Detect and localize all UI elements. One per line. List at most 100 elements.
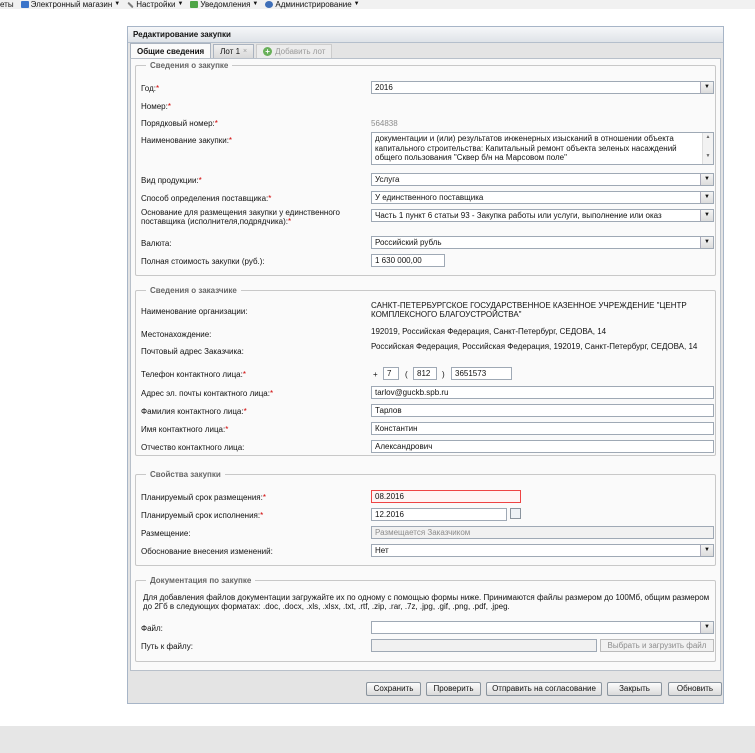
basis-value: Часть 1 пункт 6 статьи 93 - Закупка рабо…	[375, 211, 662, 220]
product-type-select[interactable]: Услуга ▼	[371, 173, 714, 186]
location-value: 192019, Российская Федерация, Санкт-Пете…	[371, 327, 607, 336]
change-reason-label: Обоснование внесения изменений:	[141, 547, 273, 556]
tab-add-lot[interactable]: + Добавить лот	[256, 44, 333, 58]
currency-select[interactable]: Российский рубль ▼	[371, 236, 714, 249]
notification-icon	[190, 1, 199, 8]
menu-item-eshop[interactable]: Электронный магазин ▼	[20, 0, 121, 9]
file-path-label: Путь к файлу:	[141, 642, 193, 651]
chevron-down-icon: ▼	[177, 1, 184, 7]
change-reason-select[interactable]: Нет ▼	[371, 544, 714, 557]
placement-date-label: Планируемый срок размещения:*	[141, 493, 266, 502]
location-label: Местонахождение:	[141, 330, 212, 339]
placement-label: Размещение:	[141, 529, 191, 538]
phone-country-input[interactable]: 7	[383, 367, 399, 380]
number-label: Номер:*	[141, 102, 171, 111]
order-number-label: Порядковый номер:*	[141, 119, 218, 128]
supplier-method-value: У единственного поставщика	[375, 193, 484, 202]
chevron-down-icon: ▼	[114, 1, 121, 7]
upload-file-button[interactable]: Выбрать и загрузить файл	[600, 639, 714, 652]
phone-plus: +	[373, 370, 378, 379]
change-reason-value: Нет	[375, 546, 389, 555]
patronymic-label: Отчество контактного лица:	[141, 443, 245, 452]
tab-bar: Общие сведения Лот 1 × + Добавить лот	[130, 43, 334, 58]
panel-title: Редактирование закупки	[128, 27, 723, 43]
phone-code-input[interactable]: 812	[413, 367, 437, 380]
chevron-down-icon[interactable]: ▼	[700, 622, 713, 633]
calendar-icon[interactable]	[510, 508, 521, 519]
chevron-down-icon[interactable]: ▼	[700, 82, 713, 93]
lastname-input[interactable]: Тарлов	[371, 404, 714, 417]
close-icon[interactable]: ×	[243, 45, 247, 58]
total-cost-input[interactable]: 1 630 000,00	[371, 254, 445, 267]
scrollbar[interactable]: ▲ ▼	[702, 133, 713, 164]
purchase-name-textarea[interactable]: документации и (или) результатов инженер…	[371, 132, 714, 165]
purchase-name-label: Наименование закупки:*	[141, 136, 233, 145]
product-type-value: Услуга	[375, 175, 400, 184]
close-button[interactable]: Закрыть	[607, 682, 662, 696]
postal-address-value: Российская Федерация, Российская Федерац…	[371, 342, 698, 351]
chevron-down-icon[interactable]: ▼	[700, 192, 713, 203]
menu-item-reports[interactable]: еты	[0, 0, 14, 9]
bottom-status-bar	[0, 726, 755, 753]
year-select[interactable]: 2016 ▼	[371, 81, 714, 94]
placement-input: Размещается Заказчиком	[371, 526, 714, 539]
refresh-button[interactable]: Обновить	[668, 682, 722, 696]
chevron-down-icon: ▼	[252, 1, 259, 7]
patronymic-input[interactable]: Александрович	[371, 440, 714, 453]
chevron-down-icon: ▼	[353, 1, 360, 7]
currency-value: Российский рубль	[375, 238, 442, 247]
check-button[interactable]: Проверить	[426, 682, 481, 696]
org-name-label: Наименование организации:	[141, 307, 248, 316]
org-name-value: САНКТ-ПЕТЕРБУРГСКОЕ ГОСУДАРСТВЕННОЕ КАЗЕ…	[371, 301, 687, 319]
tab-label: Общие сведения	[137, 46, 205, 56]
year-label: Год:*	[141, 84, 160, 93]
save-button[interactable]: Сохранить	[366, 682, 421, 696]
currency-label: Валюта:	[141, 239, 172, 248]
email-label: Адрес эл. почты контактного лица:*	[141, 389, 274, 398]
menu-item-label: Электронный магазин	[30, 0, 113, 9]
menu-item-notifications[interactable]: Уведомления ▼	[190, 0, 258, 9]
shop-icon	[20, 1, 29, 8]
total-cost-label: Полная стоимость закупки (руб.):	[141, 257, 265, 266]
supplier-method-label: Способ определения поставщика:*	[141, 194, 272, 203]
documentation-info: Для добавления файлов документации загру…	[143, 593, 710, 611]
firstname-input[interactable]: Константин	[371, 422, 714, 435]
tab-lot-1[interactable]: Лот 1 ×	[213, 44, 255, 58]
email-input[interactable]: tarlov@guckb.spb.ru	[371, 386, 714, 399]
file-path-input[interactable]	[371, 639, 597, 652]
year-value: 2016	[375, 83, 393, 92]
lastname-label: Фамилия контактного лица:*	[141, 407, 247, 416]
phone-number-input[interactable]: 3651573	[451, 367, 512, 380]
chevron-down-icon[interactable]: ▼	[700, 174, 713, 185]
phone-paren-open: (	[405, 370, 408, 379]
plus-icon: +	[263, 47, 273, 56]
file-label: Файл:	[141, 624, 163, 633]
firstname-label: Имя контактного лица:*	[141, 425, 229, 434]
top-menubar: еты Электронный магазин ▼ Настройки ▼ Увед…	[0, 0, 755, 9]
phone-label: Телефон контактного лица:*	[141, 370, 246, 379]
menu-item-label: еты	[0, 0, 14, 9]
supplier-method-select[interactable]: У единственного поставщика ▼	[371, 191, 714, 204]
chevron-down-icon[interactable]: ▼	[700, 237, 713, 248]
basis-select[interactable]: Часть 1 пункт 6 статьи 93 - Закупка рабо…	[371, 209, 714, 222]
phone-paren-close: )	[442, 370, 445, 379]
menu-item-label: Настройки	[136, 0, 176, 9]
user-admin-icon	[265, 1, 274, 8]
placement-date-input[interactable]: 08.2016	[371, 490, 521, 503]
chevron-down-icon[interactable]: ▼	[700, 210, 713, 221]
section-legend: Свойства закупки	[150, 470, 221, 479]
menu-item-label: Администрирование	[275, 0, 352, 9]
file-select[interactable]: ▼	[371, 621, 714, 634]
menu-item-settings[interactable]: Настройки ▼	[127, 0, 183, 9]
menu-item-admin[interactable]: Администрирование ▼	[265, 0, 360, 9]
tab-general[interactable]: Общие сведения	[130, 43, 212, 58]
send-for-approval-button[interactable]: Отправить на согласование	[486, 682, 602, 696]
postal-address-label: Почтовый адрес Заказчика:	[141, 347, 244, 356]
execution-date-input[interactable]: 12.2016	[371, 508, 507, 521]
edit-purchase-panel: Редактирование закупки Общие сведения Ло…	[127, 26, 724, 704]
menu-item-label: Уведомления	[200, 0, 251, 9]
section-legend: Сведения о закупке	[150, 61, 229, 70]
chevron-down-icon[interactable]: ▼	[700, 545, 713, 556]
section-legend: Сведения о заказчике	[150, 286, 237, 295]
order-number-value: 564838	[371, 119, 398, 128]
